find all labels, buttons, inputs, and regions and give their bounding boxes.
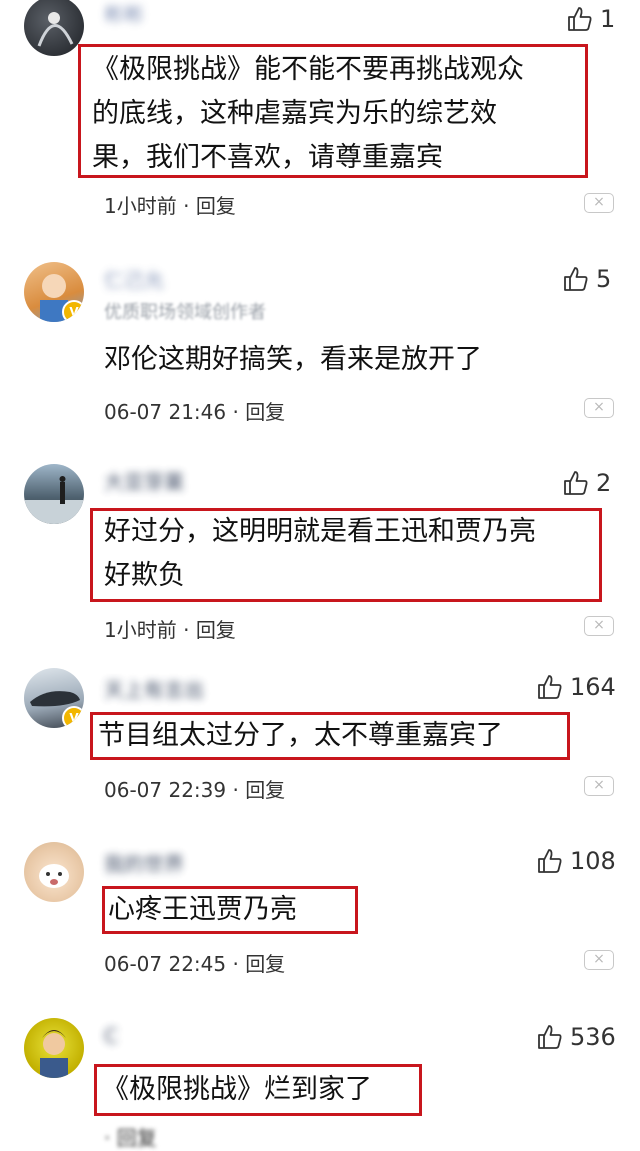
separator: · [232,952,239,976]
user-subtitle: 优质职场领域创作者 [104,302,266,323]
like-button[interactable]: 164 [536,672,616,702]
avatar[interactable]: V [24,262,84,322]
thumbs-up-icon [564,471,588,495]
like-button[interactable]: 536 [536,1022,616,1052]
separator: · [183,194,190,218]
like-button[interactable]: 2 [562,468,611,498]
like-button[interactable]: 108 [536,846,616,876]
reply-link[interactable]: 回复 [117,1126,157,1150]
comment-meta: 06-07 22:39 · 回复 [104,774,285,803]
comment-meta: 06-07 21:46 · 回复 [104,396,285,425]
comment-time: 06-07 22:45 [104,952,227,976]
close-icon[interactable]: × [584,950,614,970]
like-count: 2 [596,469,612,497]
comment-time: 06-07 22:39 [104,778,227,802]
thumbs-up-icon [538,1025,562,1049]
avatar[interactable] [24,0,84,56]
reply-link[interactable]: 回复 [245,778,285,802]
username[interactable]: 大亚芽菓 [104,466,184,494]
close-icon[interactable]: × [584,616,614,636]
comment-text: 《极限挑战》能不能不要再挑战观众 的底线，这种虐嘉宾为乐的综艺效 果，我们不喜欢… [92,54,524,173]
username[interactable]: 仁己允 [104,264,164,292]
like-count: 1 [600,5,616,33]
comment-meta: · 回复 [104,1122,157,1151]
username[interactable]: C [104,1024,118,1048]
comment-time: 1小时前 [104,194,177,218]
close-icon[interactable]: × [584,398,614,418]
separator: · [232,778,239,802]
like-button[interactable]: 5 [562,264,611,294]
like-count: 5 [596,265,612,293]
comment-text: 《极限挑战》烂到家了 [102,1074,372,1105]
username[interactable]: 我的世界 [104,848,184,876]
reply-link[interactable]: 回复 [245,952,285,976]
comment-meta: 1小时前 · 回复 [104,614,236,643]
comment-meta: 06-07 22:45 · 回复 [104,948,285,977]
like-count: 536 [570,1023,616,1051]
comment-meta: 1小时前 · 回复 [104,190,236,219]
like-button[interactable]: 1 [566,4,615,34]
separator: · [232,400,239,424]
comment-text: 心疼王迅贾乃亮 [108,894,297,925]
thumbs-up-icon [538,849,562,873]
thumbs-up-icon [564,267,588,291]
close-icon[interactable]: × [584,193,614,213]
separator: · [183,618,190,642]
thumbs-up-icon [568,7,592,31]
avatar[interactable] [24,1018,84,1078]
like-count: 108 [570,847,616,875]
avatar[interactable]: V [24,668,84,728]
reply-link[interactable]: 回复 [245,400,285,424]
comment-text: 节目组太过分了，太不尊重嘉宾了 [98,720,503,751]
comment-time: 06-07 21:46 [104,400,227,424]
comment-text: 好过分，这明明就是看王迅和贾乃亮 好欺负 [104,516,536,591]
avatar[interactable] [24,464,84,524]
verified-badge-icon: V [62,706,84,728]
thumbs-up-icon [538,675,562,699]
close-icon[interactable]: × [584,776,614,796]
reply-link[interactable]: 回复 [196,618,236,642]
username[interactable]: 彬彬 [104,0,144,26]
comment-time: 1小时前 [104,618,177,642]
avatar[interactable] [24,842,84,902]
comment-text: 邓伦这期好搞笑，看来是放开了 [104,344,482,375]
username[interactable]: 天上有言出 [104,674,204,702]
like-count: 164 [570,673,616,701]
verified-badge-icon: V [62,300,84,322]
separator: · [104,1126,111,1150]
reply-link[interactable]: 回复 [196,194,236,218]
